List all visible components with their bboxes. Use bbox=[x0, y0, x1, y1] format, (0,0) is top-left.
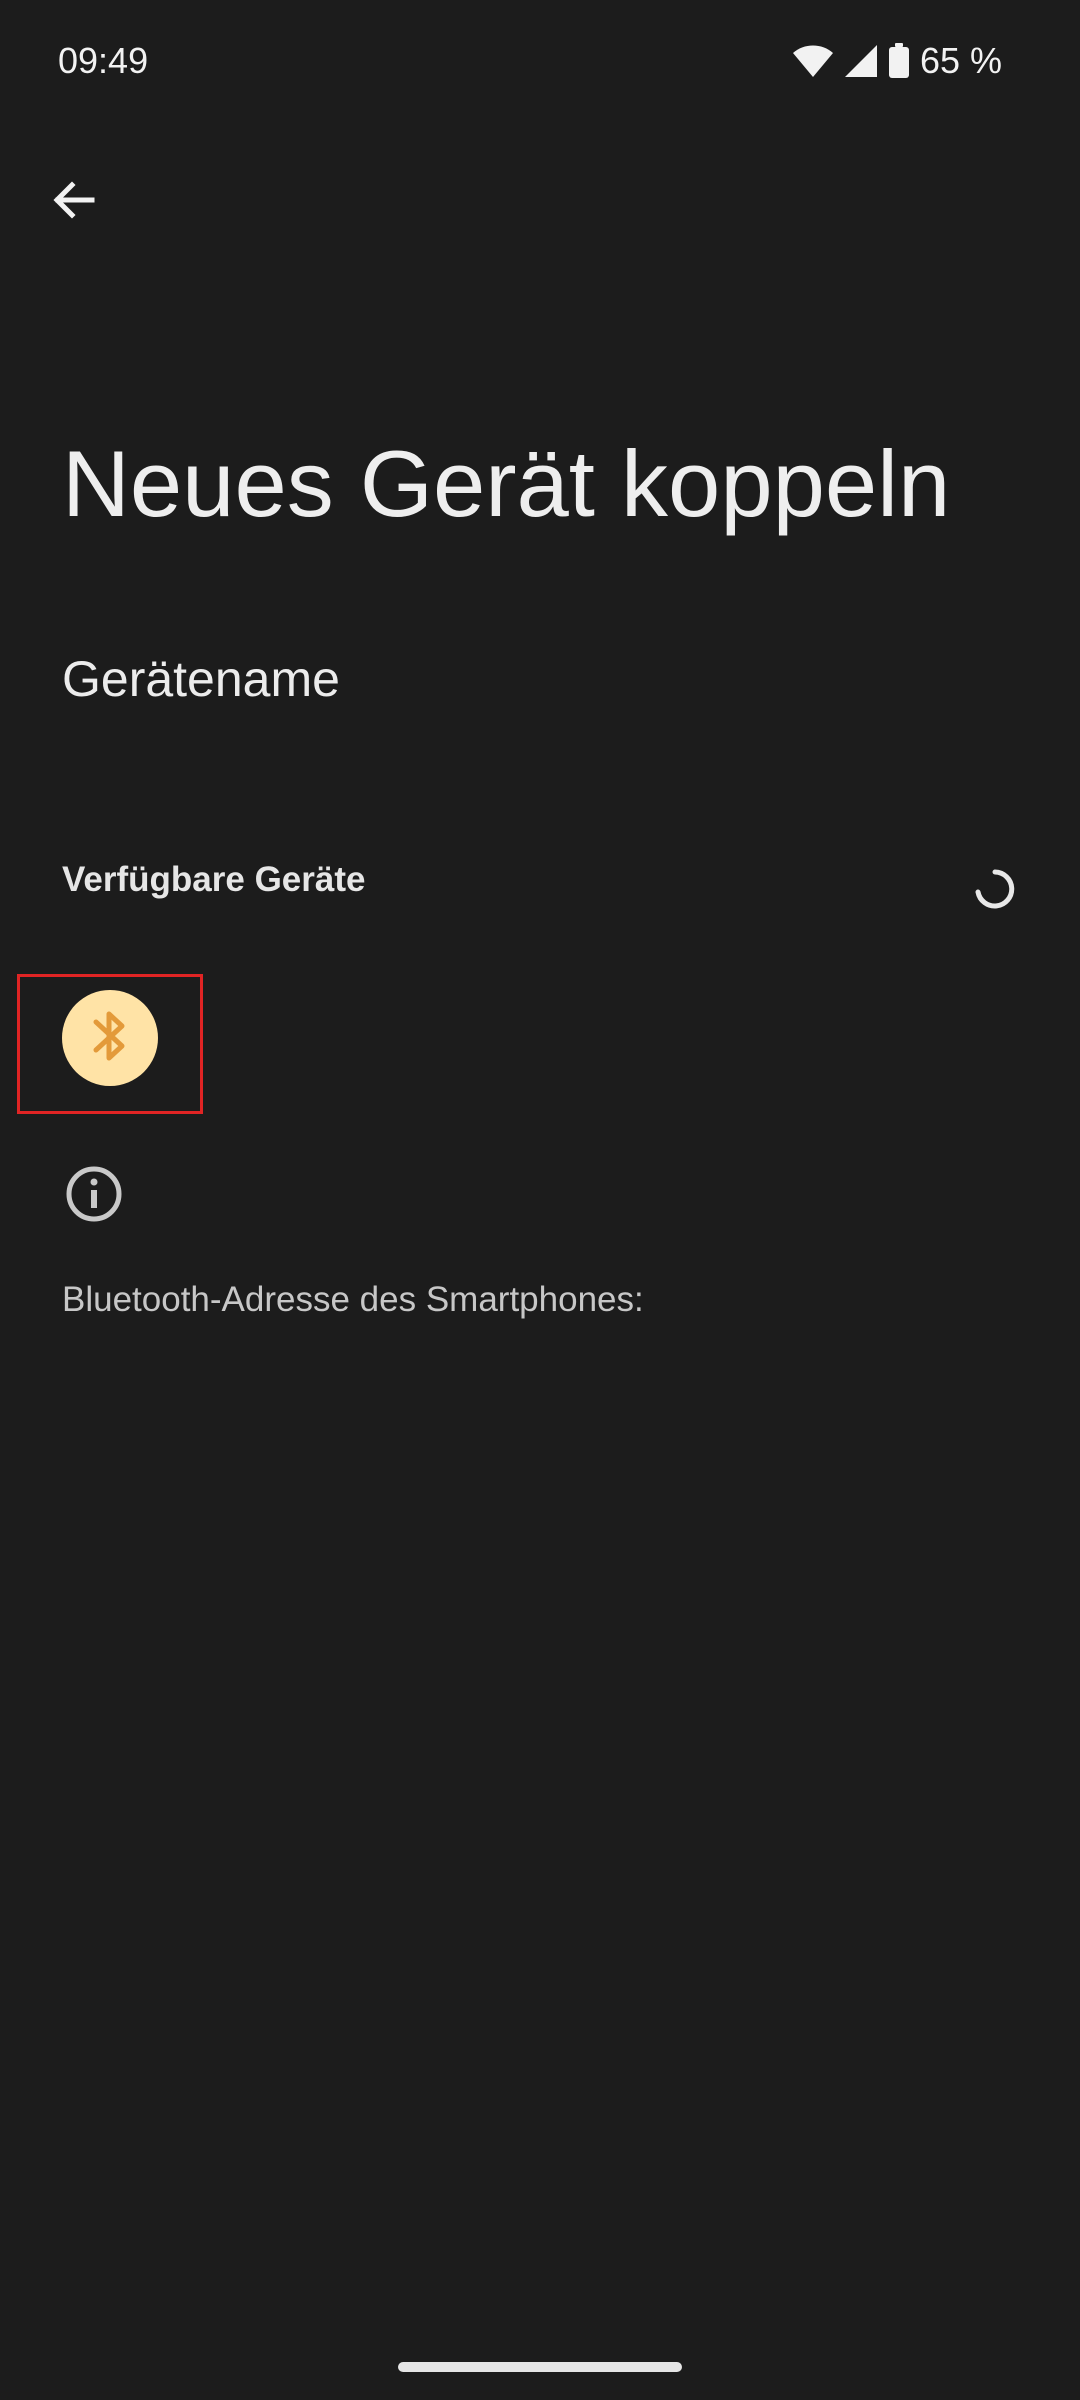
battery-icon bbox=[888, 43, 910, 79]
spinner-icon bbox=[970, 864, 1020, 914]
bluetooth-icon bbox=[88, 1008, 132, 1069]
cell-signal-icon bbox=[844, 44, 878, 78]
device-name-setting[interactable]: Gerätename bbox=[62, 650, 340, 708]
battery-percent: 65 % bbox=[919, 40, 1002, 81]
bluetooth-device-button[interactable] bbox=[62, 990, 158, 1086]
info-icon bbox=[62, 1162, 126, 1226]
bluetooth-address-label: Bluetooth-Adresse des Smartphones: bbox=[62, 1280, 644, 1319]
arrow-left-icon bbox=[50, 176, 98, 229]
status-bar: 09:49 65 % bbox=[0, 0, 1080, 130]
back-button[interactable] bbox=[42, 170, 106, 234]
available-devices-header: Verfügbare Geräte bbox=[62, 860, 366, 899]
status-icons: 65 % bbox=[792, 40, 1002, 82]
page-title: Neues Gerät koppeln bbox=[62, 431, 951, 536]
status-time: 09:49 bbox=[58, 40, 149, 81]
wifi-icon bbox=[792, 44, 834, 78]
home-indicator[interactable] bbox=[398, 2362, 682, 2372]
